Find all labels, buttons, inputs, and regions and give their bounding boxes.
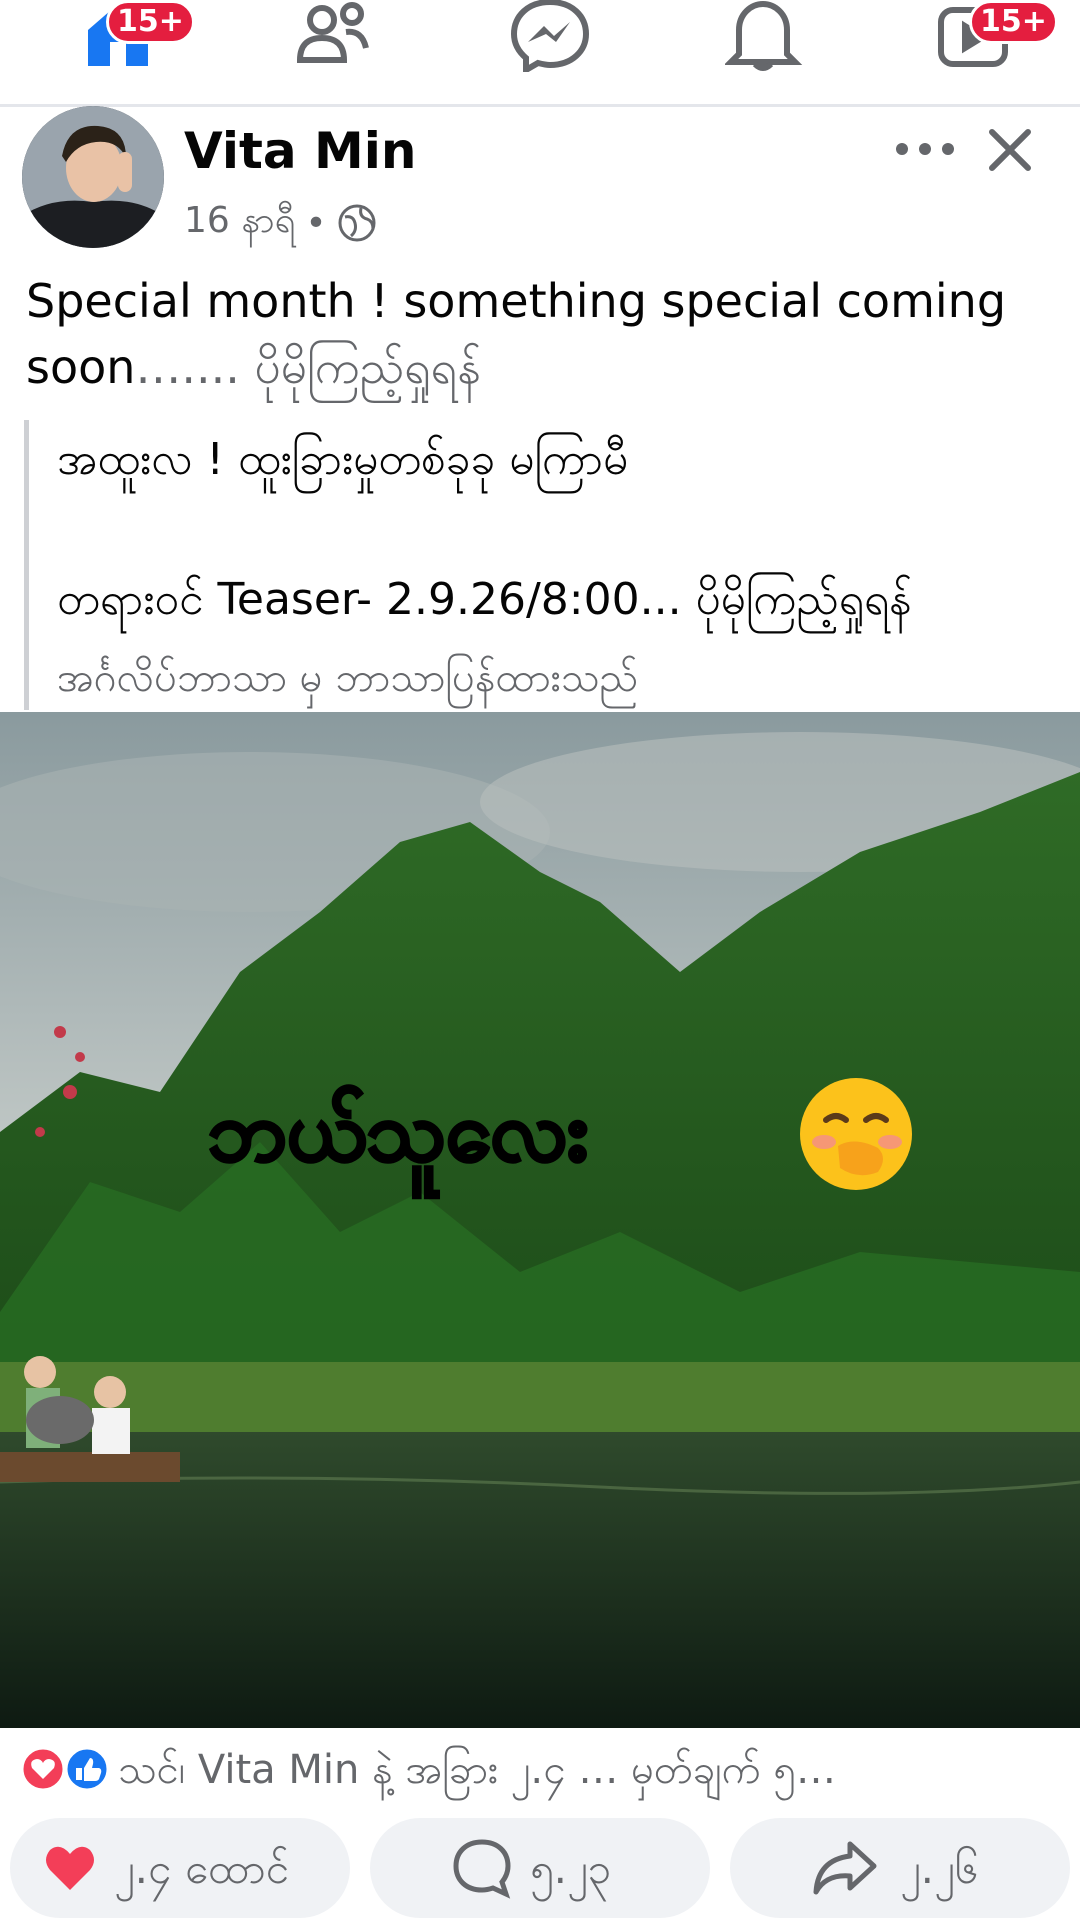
post-body: Special month ! something special coming… [26, 268, 1056, 400]
nav-home[interactable]: 15+ [50, 0, 195, 90]
post-meta: 16 နာရီ • [184, 196, 377, 250]
translation-notice[interactable]: အင်္ဂလိပ်ဘာသာ မှ ဘာသာပြန်ထားသည် [57, 652, 638, 711]
avatar[interactable] [22, 106, 164, 248]
like-count: ၂.၄ ထောင် [114, 1844, 289, 1893]
messenger-icon [510, 0, 590, 72]
comment-button[interactable]: ၅.၂၃ [370, 1818, 710, 1918]
share-count: ၂.၂၆ [900, 1844, 979, 1893]
nav-messenger[interactable] [480, 0, 600, 90]
nav-video[interactable]: 15+ [905, 0, 1058, 90]
meta-separator: • [305, 202, 327, 244]
post-image[interactable] [0, 712, 1080, 1728]
friends-icon [296, 2, 369, 63]
translated-text-block: အထူးလ ! ထူးခြားမှုတစ်ခုခု မကြာမီ တရားဝင်… [24, 420, 1069, 710]
more-options-button[interactable] [892, 126, 962, 172]
reaction-summary-text[interactable]: သင်၊ Vita Min နဲ့ အခြား ၂.၄ … မှတ်ချက် ၅… [118, 1744, 836, 1803]
landscape-photo [0, 712, 1080, 1728]
love-react-button[interactable]: ၂.၄ ထောင် [10, 1818, 350, 1918]
video-notification-badge: 15+ [969, 0, 1058, 44]
author-name[interactable]: Vita Min [184, 122, 417, 180]
home-notification-badge: 15+ [106, 0, 195, 44]
heart-icon [46, 1846, 94, 1890]
nav-notifications[interactable] [695, 0, 815, 90]
bell-icon [725, 0, 803, 71]
close-icon [989, 129, 1031, 171]
hide-post-button[interactable] [980, 120, 1040, 180]
see-more-link[interactable]: ပိုမိုကြည့်ရှုရန် [255, 340, 481, 394]
reactions-summary-row[interactable]: သင်၊ Vita Min နဲ့ အခြား ၂.၄ … မှတ်ချက် ၅… [0, 1732, 1080, 1802]
post-time[interactable]: 16 နာရီ [184, 196, 295, 250]
comment-count: ၅.၂၃ [530, 1844, 612, 1893]
nav-friends[interactable] [262, 0, 382, 90]
reaction-icons [20, 1746, 110, 1792]
image-caption: ဘယ်သူလေး [206, 1084, 589, 1182]
post-text-ellipsis: ….... [135, 340, 240, 394]
translated-line-2[interactable]: တရားဝင် Teaser- 2.9.26/8:00... ပိုမိုကြည… [57, 572, 912, 636]
more-dots-icon [896, 143, 954, 155]
share-icon [813, 1841, 877, 1895]
top-navigation-bar: 15+ 15+ [0, 0, 1080, 107]
comment-icon [453, 1839, 511, 1899]
hand-over-mouth-emoji-icon [798, 1076, 914, 1192]
share-button[interactable]: ၂.၂၆ [730, 1818, 1070, 1918]
globe-icon [338, 204, 376, 242]
translated-line-1: အထူးလ ! ထူးခြားမှုတစ်ခုခု မကြာမီ [57, 434, 629, 485]
profile-photo [22, 106, 164, 248]
